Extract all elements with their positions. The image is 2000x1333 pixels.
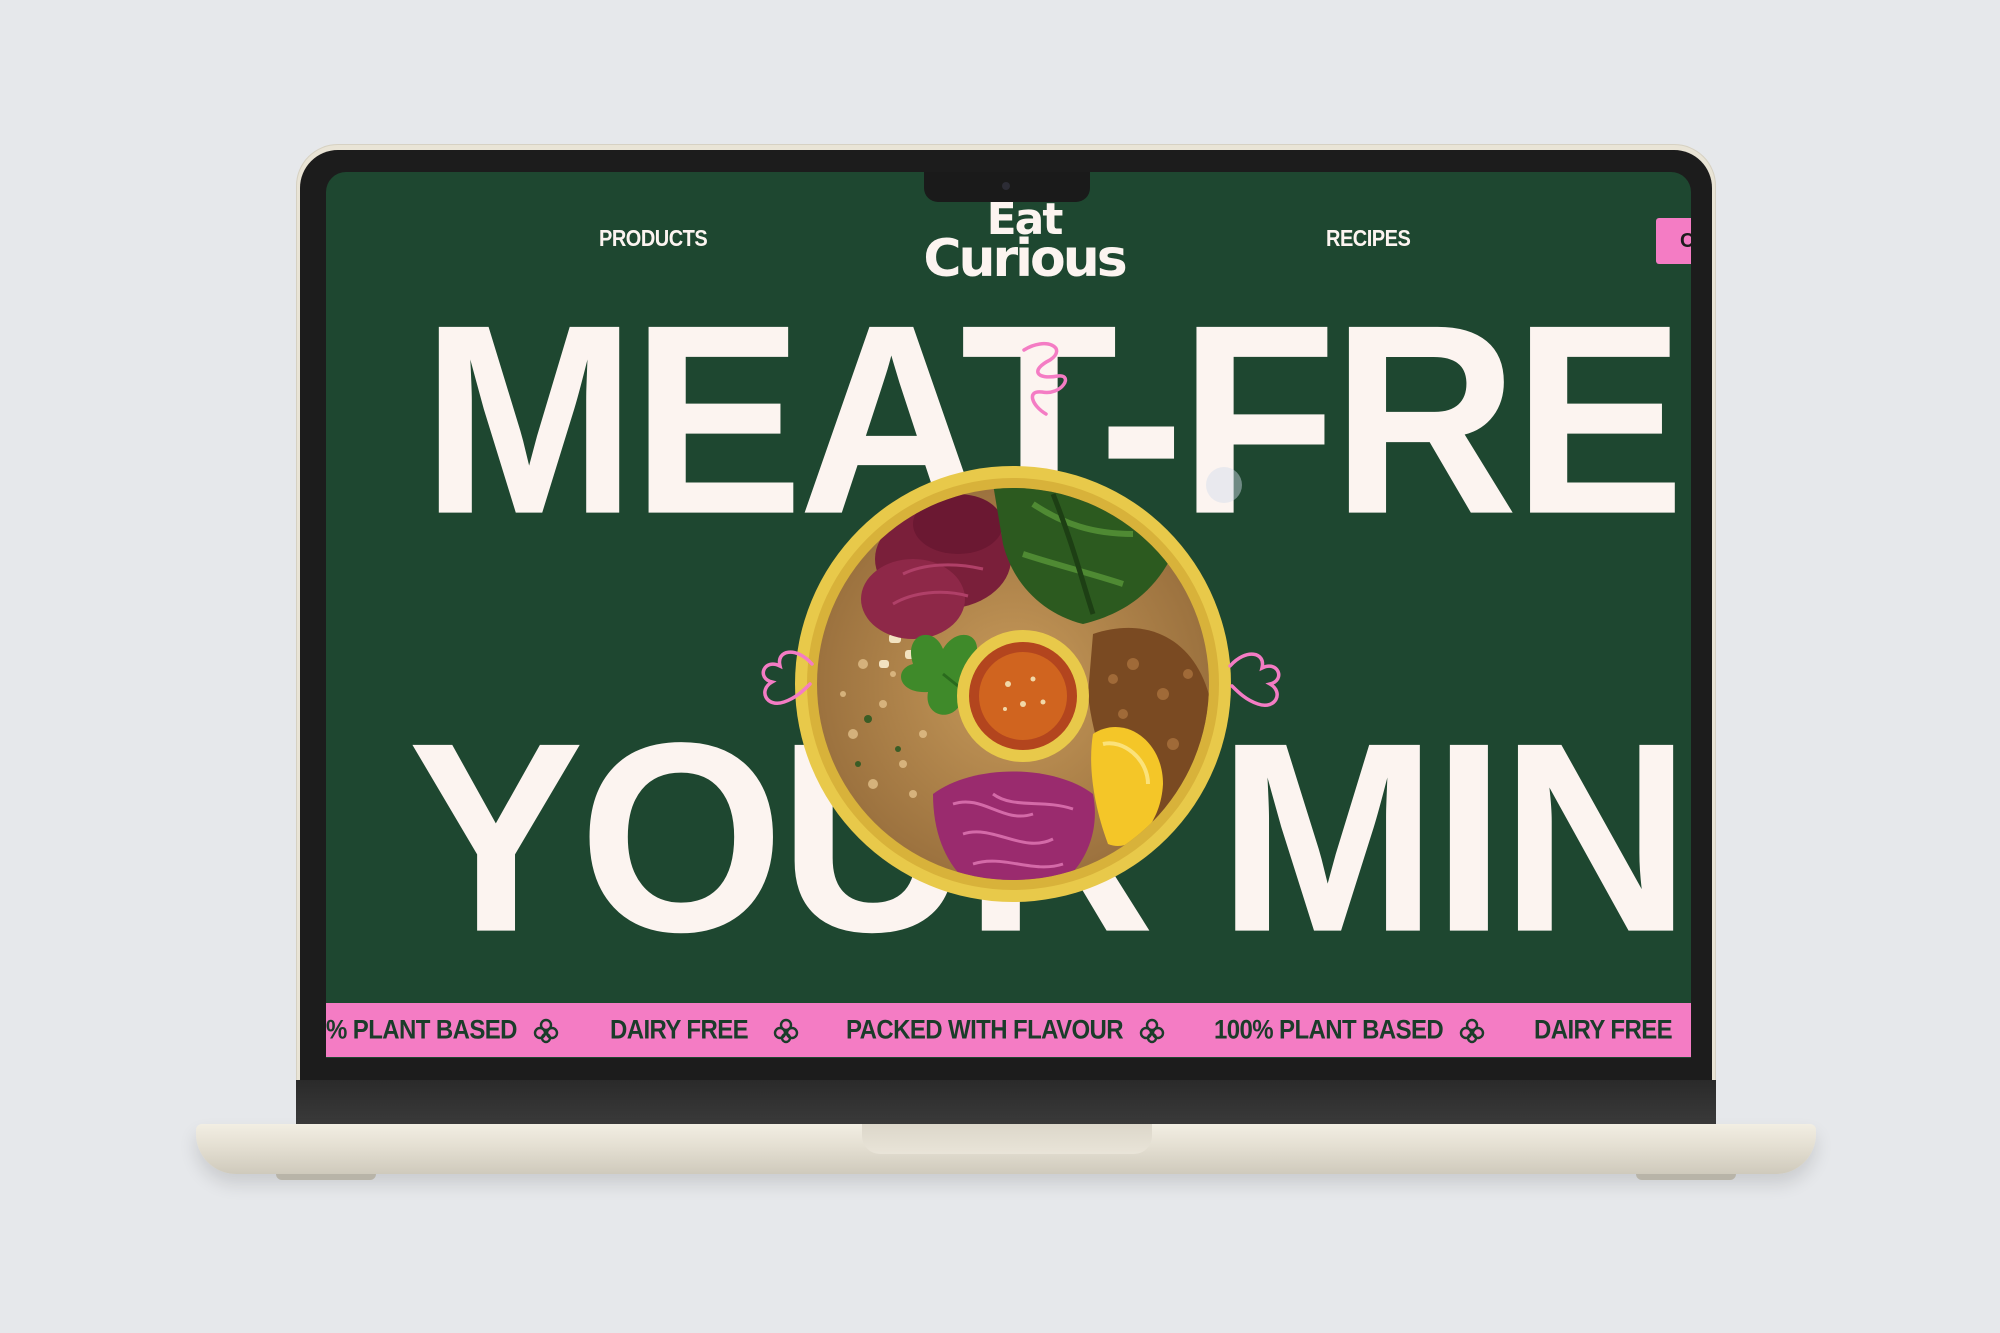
laptop-base-notch [862, 1124, 1152, 1154]
marquee-item: DAIRY FREE [610, 1015, 749, 1046]
marquee-item: 100% PLANT BASED [1214, 1015, 1444, 1046]
nav-recipes-link[interactable]: RECIPES [1326, 226, 1411, 252]
squiggle-right-decoration [1228, 652, 1281, 707]
laptop-foot-left [276, 1174, 376, 1180]
squiggle-left-decoration [761, 650, 814, 705]
laptop-chin [296, 1080, 1716, 1124]
cursor-indicator [1206, 467, 1242, 503]
nav-products-link[interactable]: PRODUCTS [599, 226, 708, 252]
camera-icon [1002, 182, 1010, 190]
laptop-foot-right [1636, 1174, 1736, 1180]
flower-icon [1139, 1018, 1165, 1044]
squiggle-top-decoration [1022, 341, 1067, 416]
marquee-item: DAIRY FREE [1534, 1015, 1673, 1046]
cta-button[interactable]: C [1656, 218, 1691, 264]
camera-notch [924, 172, 1090, 202]
marquee-item: PACKED WITH FLAVOUR [846, 1015, 1124, 1046]
feature-marquee: % PLANT BASED DAIRY FREE PACKED WITH FLA… [326, 1003, 1691, 1057]
flower-icon [773, 1018, 799, 1044]
flower-icon [1459, 1018, 1485, 1044]
flower-icon [533, 1018, 559, 1044]
website-screen: PRODUCTS Eat Curious RECIPES C MEAT-FREE… [326, 172, 1691, 1058]
marquee-item: % PLANT BASED [326, 1015, 517, 1046]
food-bowl-image [795, 466, 1231, 902]
